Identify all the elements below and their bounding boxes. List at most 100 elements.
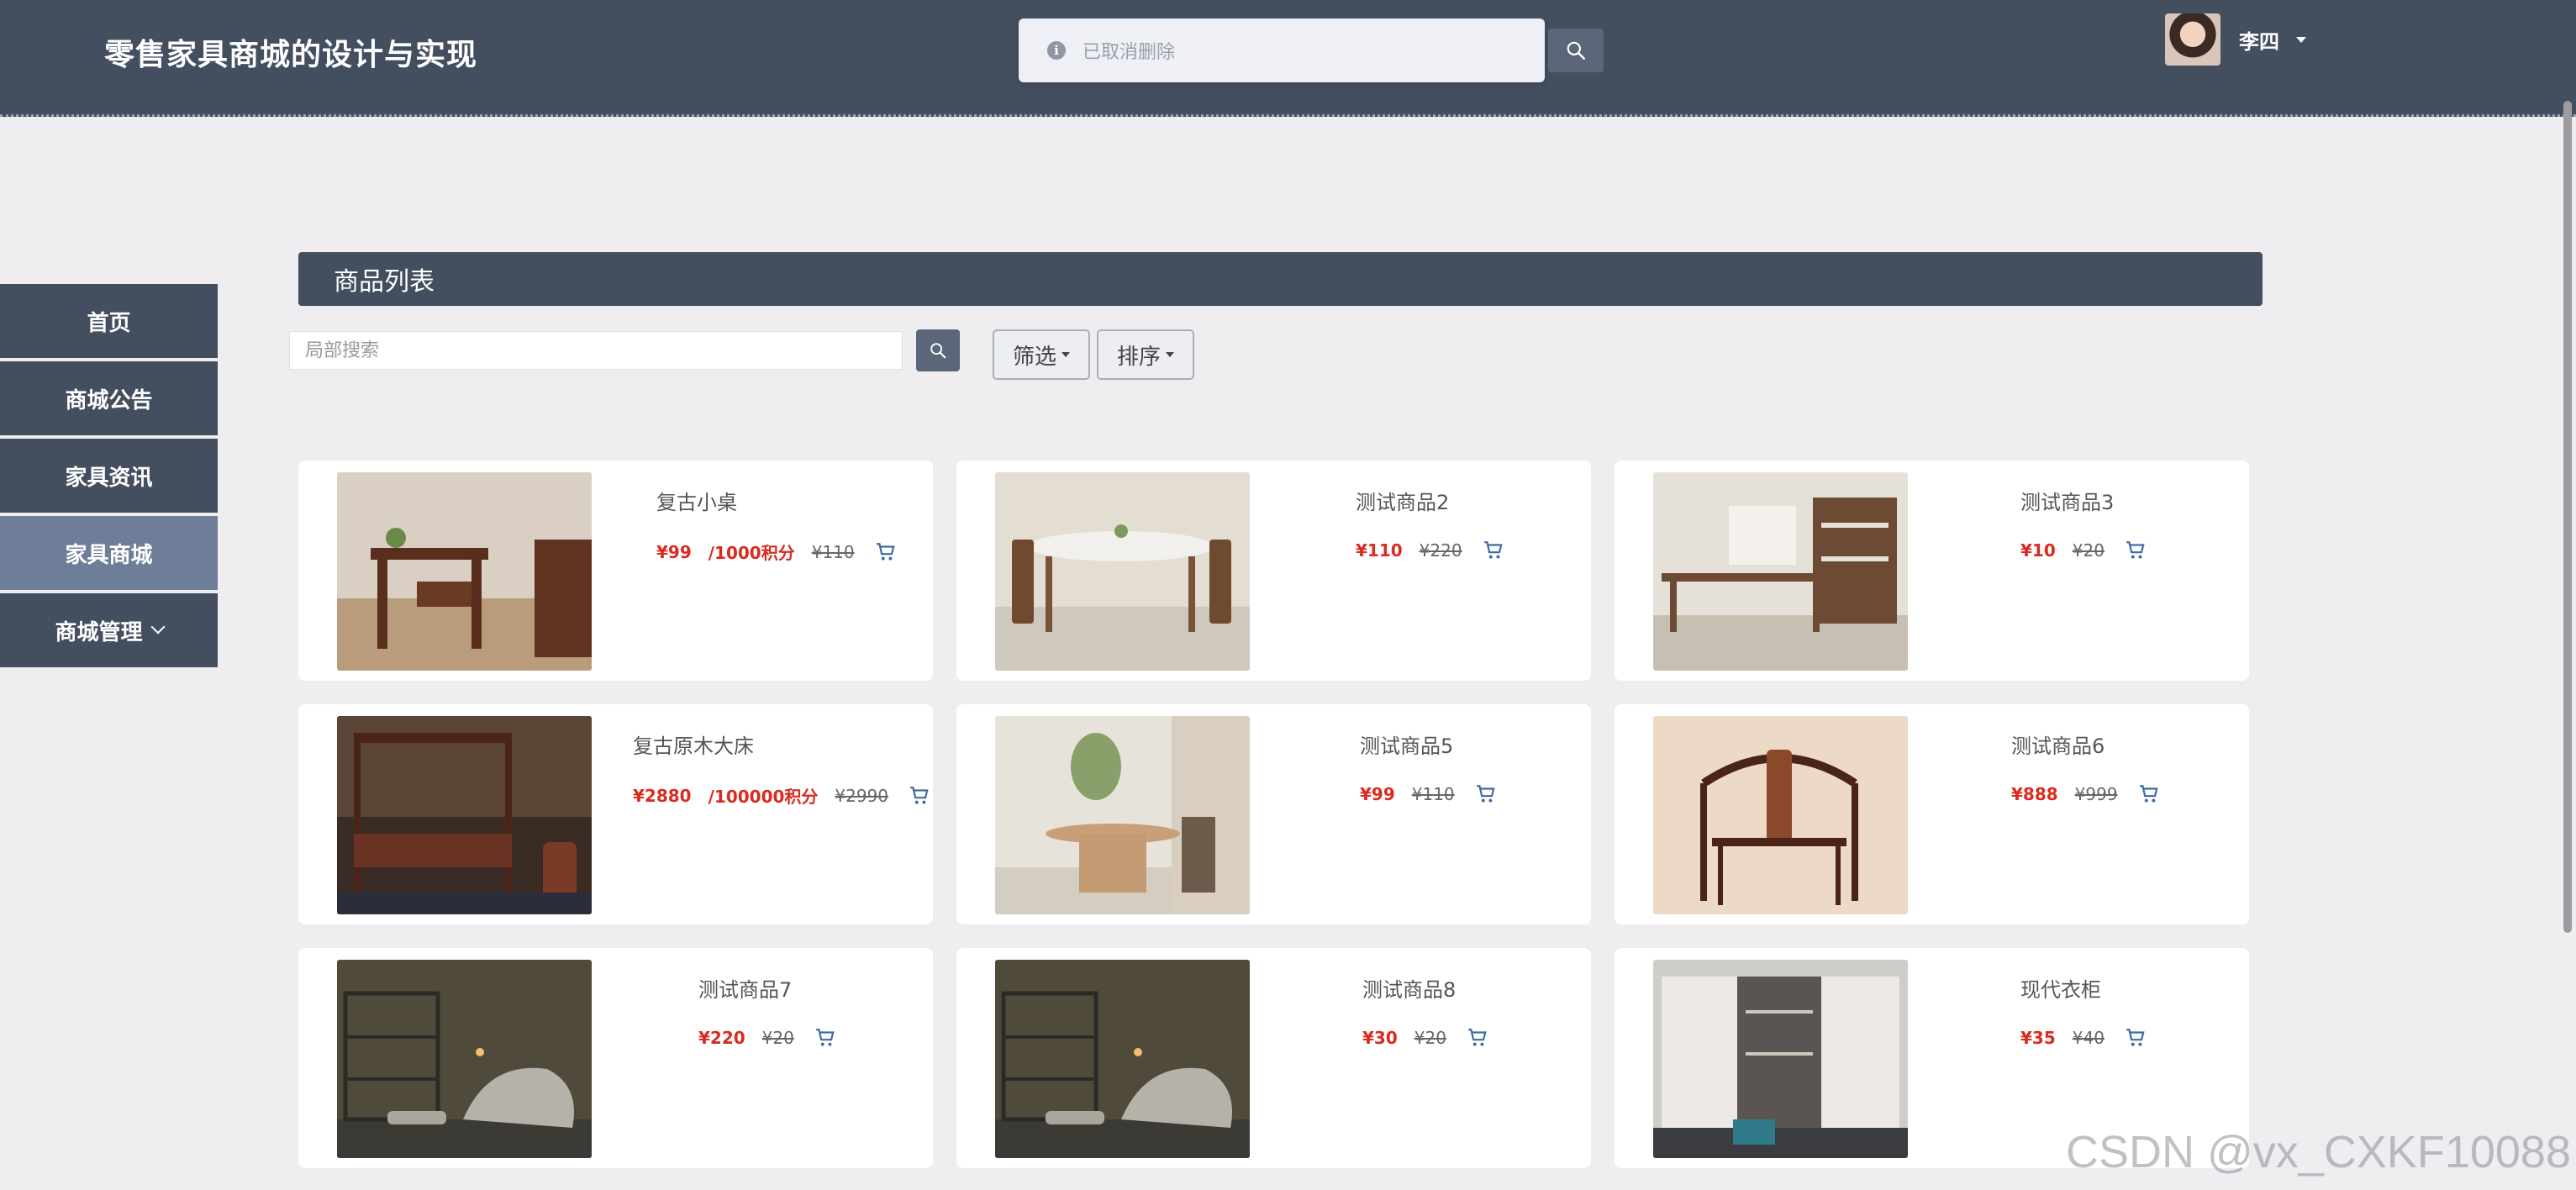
product-image[interactable] [995, 472, 1250, 671]
search-icon [1567, 41, 1586, 61]
product-original-price: ¥20 [1414, 1028, 1446, 1048]
product-prices: ¥35 ¥40 [2020, 1027, 2147, 1049]
top-navbar: 零售家具商城的设计与实现 i 已取消删除 李四 [0, 0, 2576, 117]
sidebar-item-announcements[interactable]: 商城公告 [0, 361, 218, 435]
product-name[interactable]: 测试商品8 [1362, 973, 1456, 1003]
product-original-price: ¥2990 [835, 785, 889, 806]
product-original-price: ¥20 [2072, 540, 2105, 561]
product-prices: ¥99 /1000积分 ¥110 [656, 540, 897, 564]
chevron-down-icon[interactable] [2296, 36, 2306, 43]
filter-label: 筛选 [1012, 344, 1056, 370]
product-prices: ¥2880 /100000积分 ¥2990 [633, 783, 930, 808]
cart-icon[interactable] [909, 785, 930, 807]
app-title: 零售家具商城的设计与实现 [104, 38, 478, 72]
notification-toast: i 已取消删除 [1019, 18, 1545, 82]
sidebar-item-label: 商城公告 [65, 387, 153, 413]
page-title: 商品列表 [334, 267, 435, 297]
product-name[interactable]: 复古小桌 [656, 486, 737, 515]
cart-icon[interactable] [2125, 540, 2147, 561]
product-prices: ¥110 ¥220 [1356, 540, 1504, 561]
product-name[interactable]: 测试商品2 [1356, 486, 1449, 515]
sidebar-item-label: 家具资讯 [65, 465, 153, 491]
product-price: ¥220 [698, 1028, 745, 1048]
product-original-price: ¥40 [2072, 1028, 2105, 1048]
product-original-price: ¥110 [1411, 784, 1455, 804]
product-name[interactable]: 测试商品5 [1360, 729, 1453, 759]
product-card[interactable]: 测试商品2 ¥110 ¥220 [956, 461, 1591, 681]
product-card[interactable]: 测试商品7 ¥220 ¥20 [298, 948, 933, 1168]
product-image[interactable] [1653, 960, 1908, 1158]
product-prices: ¥888 ¥999 [2011, 783, 2160, 805]
product-price: ¥99 [656, 541, 692, 562]
avatar[interactable] [2165, 13, 2220, 66]
panel-header: 商品列表 [298, 252, 2263, 306]
cart-icon[interactable] [1467, 1027, 1488, 1049]
product-name[interactable]: 测试商品3 [2020, 486, 2114, 515]
chevron-down-icon [1166, 352, 1174, 357]
cart-icon[interactable] [1483, 540, 1504, 561]
product-card[interactable]: 测试商品8 ¥30 ¥20 [956, 948, 1591, 1168]
cart-icon[interactable] [2125, 1027, 2147, 1049]
product-original-price: ¥110 [811, 541, 855, 562]
product-points: /1000积分 [708, 543, 795, 563]
product-price: ¥10 [2020, 540, 2056, 561]
product-image[interactable] [995, 960, 1250, 1158]
search-input[interactable] [289, 331, 903, 370]
product-price: ¥99 [1360, 784, 1395, 804]
user-menu[interactable]: 李四 [2165, 13, 2306, 66]
product-prices: ¥10 ¥20 [2020, 540, 2147, 561]
product-prices: ¥30 ¥20 [1362, 1027, 1488, 1049]
sidebar: 首页 商城公告 家具资讯 家具商城 商城管理 [0, 284, 218, 671]
global-search-button[interactable] [1548, 29, 1604, 72]
product-price: ¥888 [2011, 784, 2058, 804]
filter-dropdown[interactable]: 筛选 [993, 329, 1090, 380]
product-card[interactable]: 复古原木大床 ¥2880 /100000积分 ¥2990 [298, 704, 933, 924]
product-original-price: ¥220 [1419, 540, 1462, 561]
product-card[interactable]: 复古小桌 ¥99 /1000积分 ¥110 [298, 461, 933, 681]
product-image[interactable] [337, 960, 592, 1158]
chevron-down-icon [1061, 352, 1070, 357]
sort-dropdown[interactable]: 排序 [1097, 329, 1194, 380]
product-image[interactable] [995, 716, 1250, 914]
product-original-price: ¥20 [761, 1028, 794, 1048]
product-price: ¥110 [1356, 540, 1403, 561]
search-button[interactable] [916, 329, 960, 371]
product-prices: ¥99 ¥110 [1360, 783, 1497, 805]
sidebar-item-label: 首页 [87, 310, 131, 336]
cart-icon[interactable] [1475, 783, 1497, 805]
sidebar-item-label: 家具商城 [65, 542, 153, 568]
sidebar-item-home[interactable]: 首页 [0, 284, 218, 358]
product-image[interactable] [337, 472, 592, 671]
page-scrollbar[interactable] [2563, 101, 2572, 933]
user-name[interactable]: 李四 [2239, 25, 2279, 55]
sidebar-item-mall-management[interactable]: 商城管理 [0, 593, 218, 667]
product-name[interactable]: 测试商品6 [2011, 729, 2105, 759]
sidebar-item-mall[interactable]: 家具商城 [0, 516, 218, 590]
product-image[interactable] [1653, 716, 1908, 914]
chevron-down-icon [150, 619, 165, 634]
product-image[interactable] [337, 716, 592, 914]
sidebar-item-news[interactable]: 家具资讯 [0, 439, 218, 513]
product-price: ¥30 [1362, 1028, 1398, 1048]
product-card[interactable]: 测试商品3 ¥10 ¥20 [1615, 461, 2249, 681]
product-card[interactable]: 测试商品5 ¥99 ¥110 [956, 704, 1591, 924]
product-prices: ¥220 ¥20 [698, 1027, 836, 1049]
toast-message: 已取消删除 [1083, 42, 1176, 63]
product-price: ¥35 [2020, 1028, 2056, 1048]
cart-icon[interactable] [875, 541, 897, 563]
product-name[interactable]: 复古原木大床 [633, 729, 754, 759]
product-price: ¥2880 [633, 785, 692, 806]
product-name[interactable]: 现代衣柜 [2020, 973, 2101, 1003]
search-icon [930, 343, 946, 359]
info-icon: i [1047, 41, 1066, 60]
watermark: CSDN @vx_CXKF10088 [2065, 1127, 2571, 1177]
sidebar-item-label: 商城管理 [55, 619, 143, 645]
cart-icon[interactable] [2138, 783, 2160, 805]
product-image[interactable] [1653, 472, 1908, 671]
cart-icon[interactable] [814, 1027, 836, 1049]
product-card[interactable]: 测试商品6 ¥888 ¥999 [1615, 704, 2249, 924]
product-points: /100000积分 [708, 787, 819, 807]
product-name[interactable]: 测试商品7 [698, 973, 792, 1003]
sort-label: 排序 [1116, 344, 1161, 370]
product-original-price: ¥999 [2074, 784, 2118, 804]
